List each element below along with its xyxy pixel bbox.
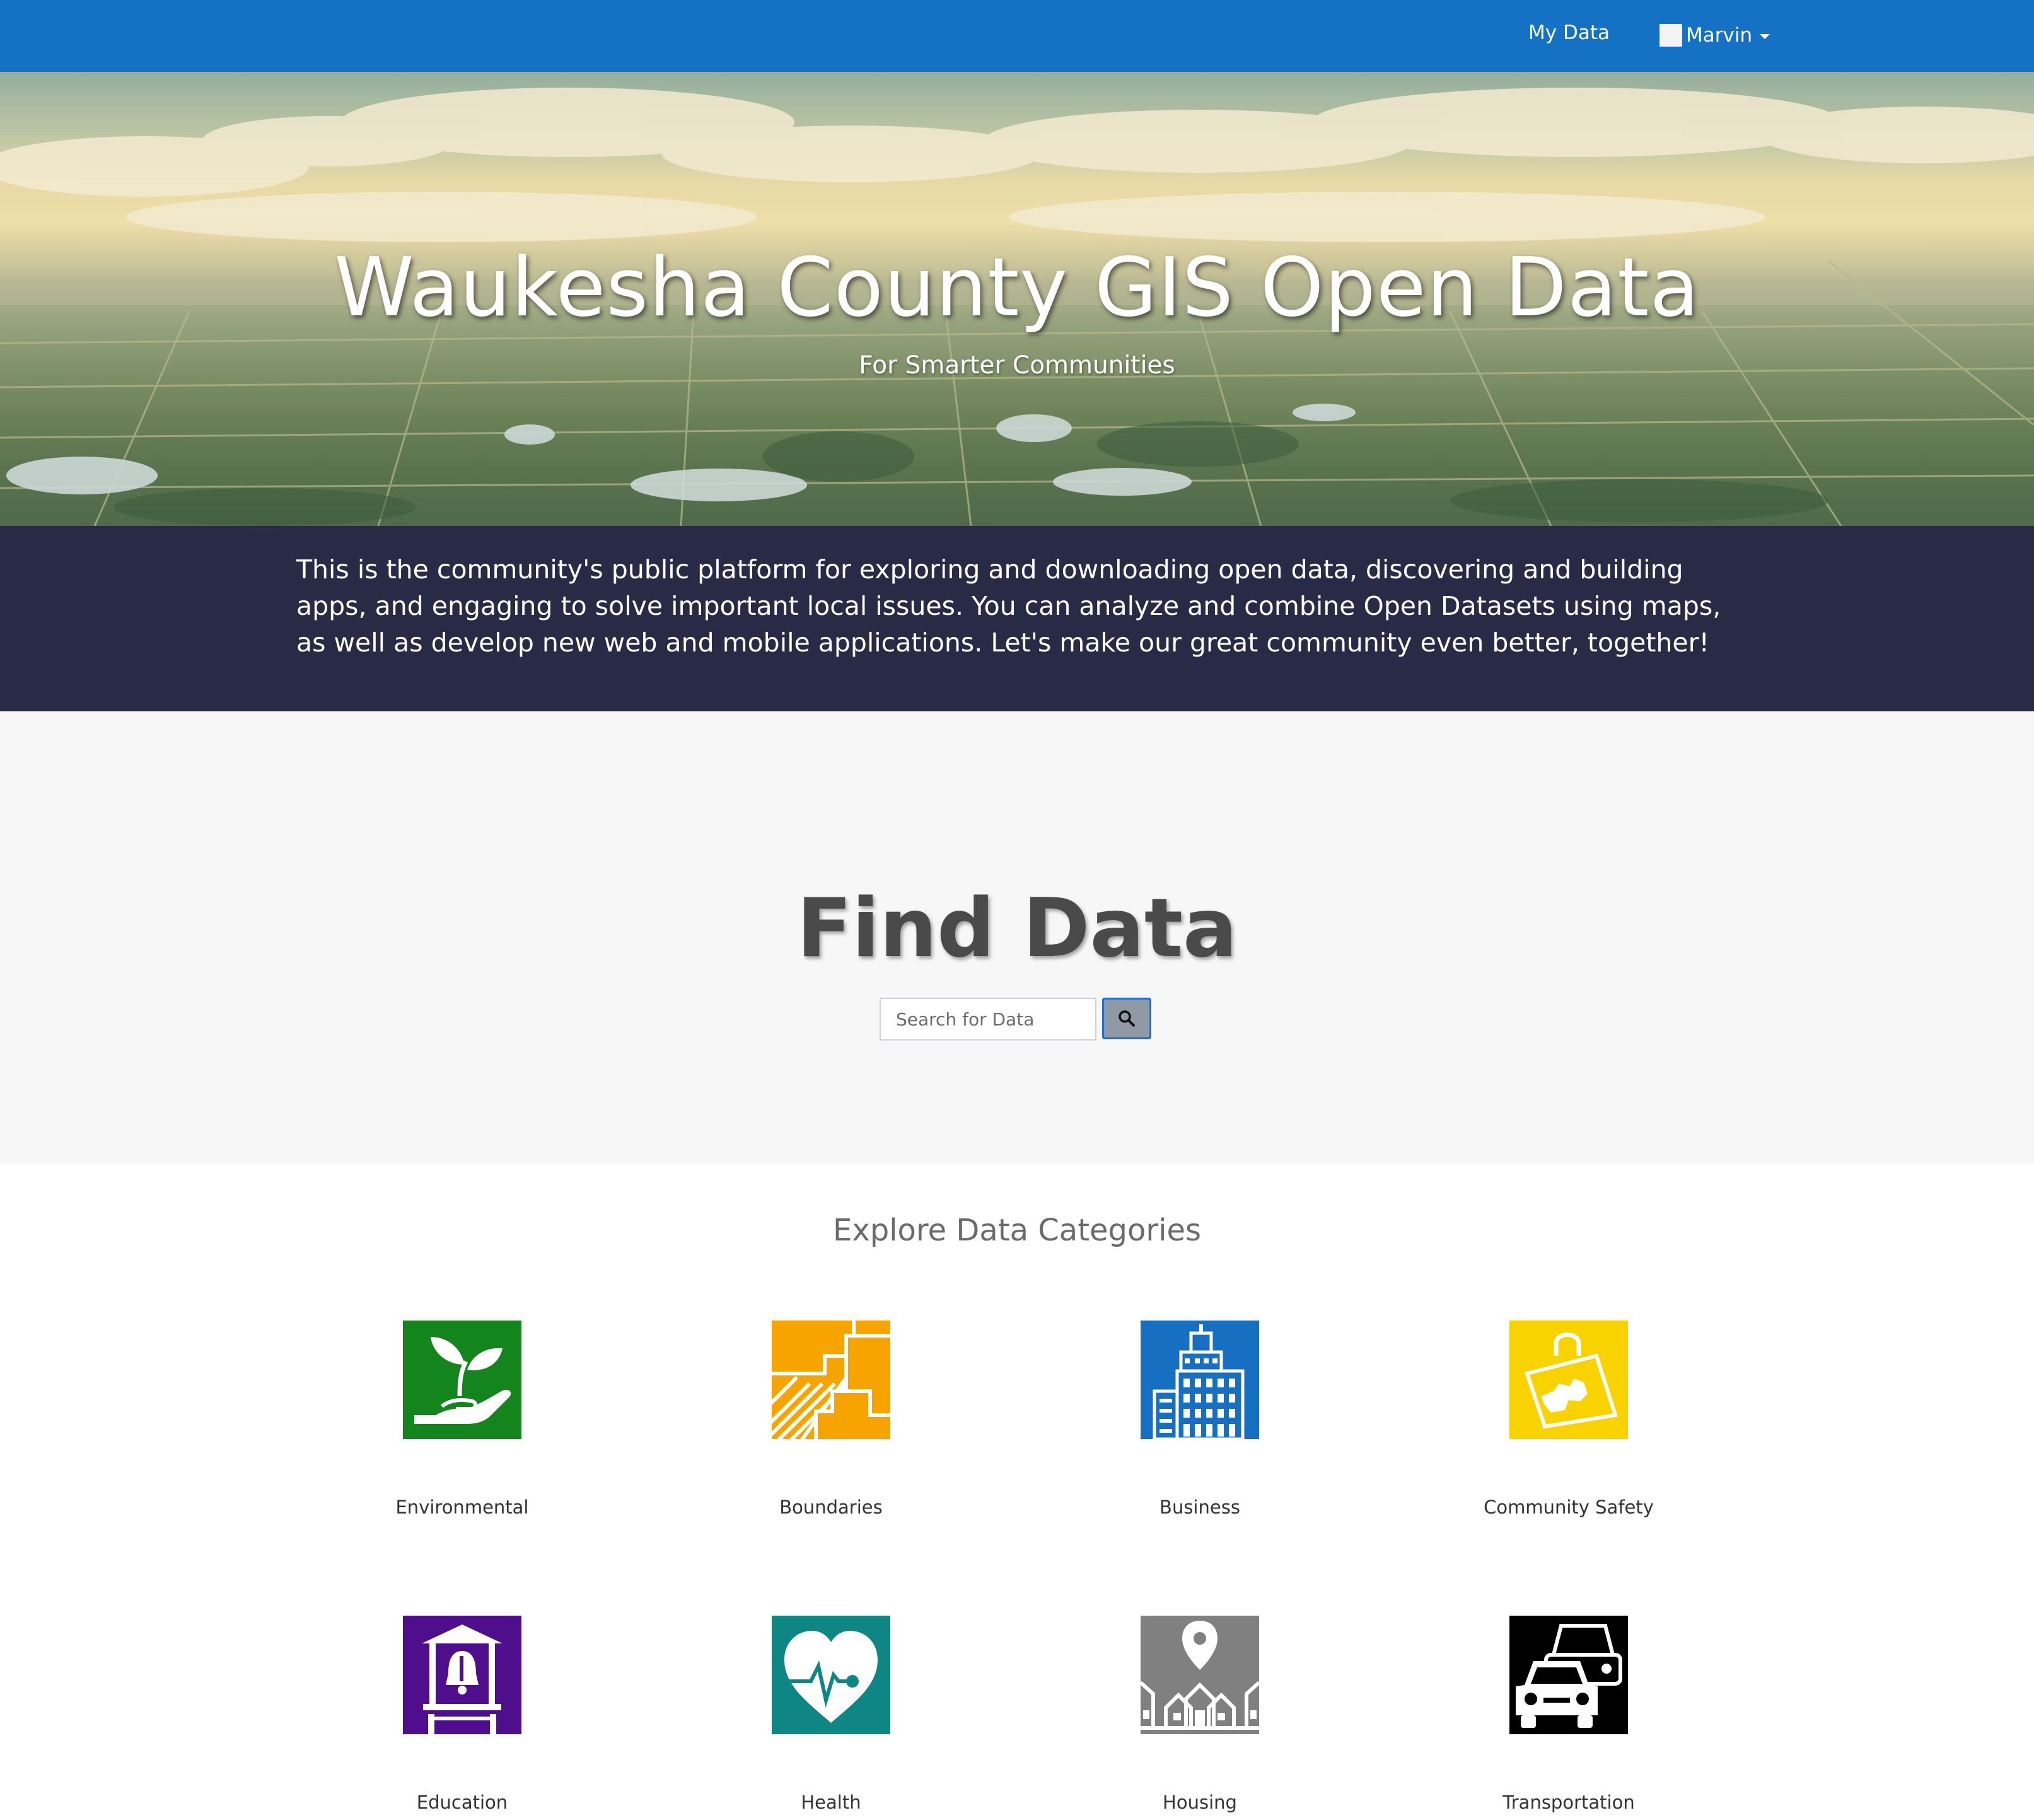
category-housing[interactable]: Housing (1067, 1616, 1332, 1815)
shopping-bag-map-icon (1509, 1321, 1628, 1439)
search-button[interactable] (1102, 998, 1151, 1039)
find-data-heading: Find Data (796, 882, 1238, 976)
office-building-icon (1141, 1321, 1259, 1439)
user-name: Marvin (1686, 24, 1753, 47)
category-label: Transportation (1502, 1792, 1635, 1813)
page-subtitle: For Smarter Communities (859, 351, 1175, 380)
intro-section: This is the community's public platform … (0, 526, 2034, 711)
category-label: Boundaries (779, 1496, 883, 1518)
top-navbar: My Data Marvin (0, 0, 2034, 72)
heart-pulse-icon (772, 1616, 890, 1734)
category-label: Community Safety (1484, 1496, 1654, 1518)
category-label: Business (1159, 1496, 1240, 1518)
category-health[interactable]: Health (699, 1616, 963, 1815)
search-input[interactable] (880, 998, 1096, 1041)
houses-pin-icon (1141, 1616, 1259, 1734)
category-label: Environmental (395, 1496, 529, 1518)
intro-text: This is the community's public platform … (296, 554, 1721, 658)
category-boundaries[interactable]: Boundaries (699, 1321, 963, 1520)
category-label: Education (416, 1792, 508, 1813)
school-bell-icon (403, 1616, 521, 1734)
chevron-down-icon (1760, 34, 1770, 39)
category-label: Health (801, 1792, 861, 1813)
category-transportation[interactable]: Transportation (1436, 1616, 1701, 1815)
user-menu-dropdown[interactable]: Marvin (1659, 21, 1770, 49)
search-icon (1119, 1010, 1135, 1027)
categories-heading: Explore Data Categories (833, 1213, 1201, 1248)
my-data-link[interactable]: My Data (1528, 19, 1610, 47)
find-data-section: Find Data (0, 711, 2034, 1164)
page-title: Waukesha County GIS Open Data (334, 241, 1700, 335)
category-label: Housing (1163, 1792, 1237, 1813)
plant-in-hand-icon (403, 1321, 521, 1439)
category-education[interactable]: Education (330, 1616, 595, 1815)
category-community-safety[interactable]: Community Safety (1436, 1321, 1701, 1520)
category-business[interactable]: Business (1067, 1321, 1332, 1520)
category-environmental[interactable]: Environmental (330, 1321, 595, 1520)
boundaries-icon (772, 1321, 890, 1439)
cars-icon (1509, 1616, 1628, 1734)
hero-banner: Waukesha County GIS Open Data For Smarte… (0, 72, 2034, 526)
avatar (1659, 24, 1682, 47)
